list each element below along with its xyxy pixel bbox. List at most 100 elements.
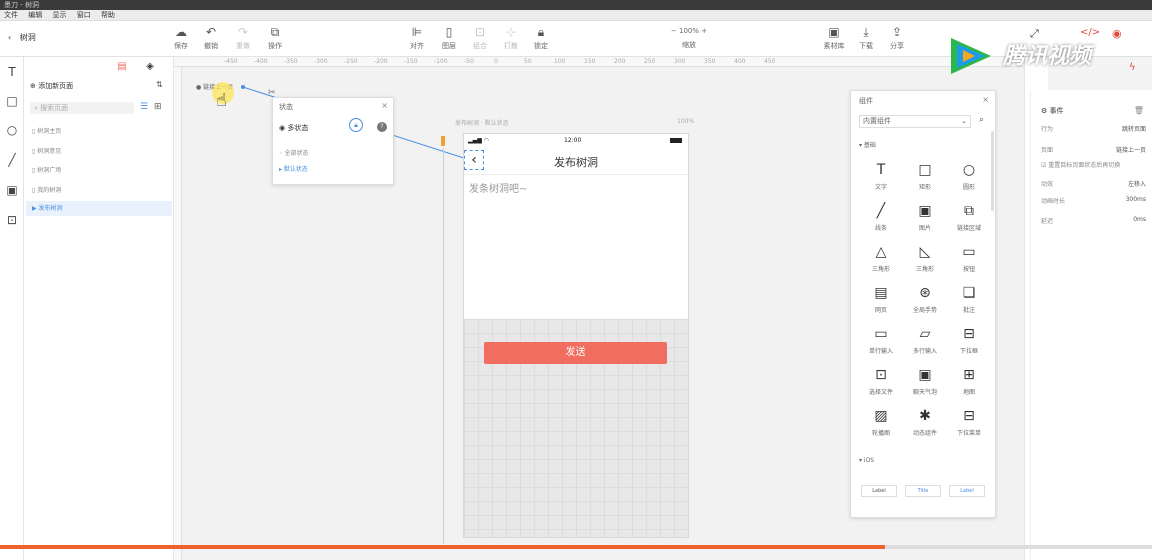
ios-component[interactable]: Title <box>905 485 941 497</box>
component-item[interactable]: □ 矩形 <box>905 161 945 191</box>
component-label: 链接区域 <box>956 225 981 232</box>
prop-label: 延迟 <box>1041 218 1054 225</box>
component-label: 三角形 <box>915 266 934 273</box>
component-icon: ❏ <box>962 285 976 301</box>
lock-state-icon[interactable]: 🔒︎ <box>349 118 363 132</box>
component-item[interactable]: ⊡ 选择文件 <box>861 366 901 396</box>
radio-icon: ◉ <box>279 124 286 132</box>
component-item[interactable]: ╱ 线条 <box>861 202 901 232</box>
video-watermark: 腾讯视频 <box>945 34 1125 84</box>
component-icon: ✱ <box>919 408 931 424</box>
battery-icon <box>670 138 682 143</box>
component-item[interactable]: ▱ 多行输入 <box>905 325 945 355</box>
chevron-down-icon: ⌄ <box>961 117 967 125</box>
phone-artboard[interactable]: ▂▄▆ ◠ 12:00 ‹ 发布树洞 发条树洞吧~ 发送 <box>463 133 689 538</box>
prop-action[interactable]: 行为 跳转页面 <box>1041 124 1146 133</box>
tencent-video-logo <box>951 38 991 74</box>
close-icon[interactable]: × <box>982 95 989 104</box>
component-icon: □ <box>918 162 932 178</box>
video-progress-track[interactable] <box>885 545 1152 549</box>
component-label: 文字 <box>874 184 887 191</box>
component-item[interactable]: ◺ 三角形 <box>905 243 945 273</box>
component-item[interactable]: T 文字 <box>861 161 901 191</box>
component-item[interactable]: ❏ 批注 <box>949 284 989 314</box>
component-label: 单行输入 <box>868 348 893 355</box>
prop-value: 跳转页面 <box>1121 126 1146 133</box>
prop-delay[interactable]: 延迟 0ms <box>1041 216 1146 225</box>
component-icon: ⊟ <box>963 326 975 342</box>
search-icon[interactable]: ⌕ <box>979 115 984 125</box>
prop-value: 链接上一页 <box>1115 147 1146 154</box>
back-chevron-icon[interactable]: ‹ <box>464 150 484 170</box>
prop-reset-state[interactable]: ☑ 重置目标页面状态后再切换 <box>1041 160 1146 169</box>
component-item[interactable]: ⊟ 下拉菜单 <box>949 407 989 437</box>
component-item[interactable]: ○ 圆形 <box>949 161 989 191</box>
component-label: 选择文件 <box>868 389 893 396</box>
multi-state-label: 多状态 <box>287 124 309 132</box>
component-item[interactable]: ▭ 单行输入 <box>861 325 901 355</box>
ios-component[interactable]: Label <box>949 485 985 497</box>
close-icon[interactable]: × <box>381 101 388 110</box>
artboard-marker <box>441 136 445 146</box>
event-header[interactable]: ⚙ 事件 <box>1041 106 1064 116</box>
component-icon: ⊟ <box>963 408 975 424</box>
prop-label: 动效 <box>1041 181 1054 188</box>
component-item[interactable]: ✱ 动态组件 <box>905 407 945 437</box>
ios-component[interactable]: Label <box>861 485 897 497</box>
properties-panel: ϟ ⚙ 事件 🗑︎ 行为 跳转页面 页面 链接上一页 ☑ 重置目标页面状态后再切换 … <box>1030 62 1152 560</box>
prop-page[interactable]: 页面 链接上一页 <box>1041 145 1146 154</box>
state-panel-title: 状态 <box>279 103 293 111</box>
component-icon: ⊛ <box>919 285 931 301</box>
component-item[interactable]: ⊛ 全局手势 <box>905 284 945 314</box>
component-label: 下拉框 <box>959 348 978 355</box>
default-state-item[interactable]: ▸ 默认状态 <box>275 163 393 177</box>
event-header-label: 事件 <box>1049 107 1064 115</box>
component-item[interactable]: ▨ 轮播图 <box>861 407 901 437</box>
prop-duration[interactable]: 动画时长 300ms <box>1041 196 1146 205</box>
component-item[interactable]: ▤ 网页 <box>861 284 901 314</box>
artboard-guide <box>443 148 444 544</box>
lightning-icon[interactable]: ϟ <box>1129 62 1136 73</box>
component-source-value: 内置组件 <box>863 117 891 125</box>
link-start-dot <box>241 85 245 89</box>
component-icon: ▨ <box>874 408 888 424</box>
help-icon[interactable]: ? <box>377 122 387 132</box>
video-progress-fill[interactable] <box>0 545 885 549</box>
component-icon: ▭ <box>874 326 888 342</box>
section-basic-label: 基础 <box>863 142 876 149</box>
link-dot-icon: ● <box>196 84 202 91</box>
prop-checkbox-label: 重置目标页面状态后再切换 <box>1048 162 1121 169</box>
components-title: 组件 <box>859 97 873 105</box>
component-item[interactable]: ▣ 聊天气泡 <box>905 366 945 396</box>
prop-animation[interactable]: 动效 左移入 <box>1041 179 1146 188</box>
section-ios[interactable]: ▾ iOS <box>859 457 874 464</box>
component-item[interactable]: ▭ 按钮 <box>949 243 989 273</box>
component-label: 地图 <box>962 389 975 396</box>
artboard-zoom: 100% <box>677 118 695 125</box>
multi-state-toggle[interactable]: ◉ 多状态 <box>279 123 308 133</box>
component-icon: ○ <box>962 162 976 178</box>
component-label: 图片 <box>918 225 931 232</box>
component-icon: ⧉ <box>964 203 974 219</box>
delete-icon[interactable]: 🗑︎ <box>1134 106 1144 115</box>
component-item[interactable]: ⊞ 地图 <box>949 366 989 396</box>
component-icon: ╱ <box>876 203 886 219</box>
watermark-text: 腾讯视频 <box>1003 44 1092 69</box>
section-basic[interactable]: ▾ 基础 <box>859 140 876 149</box>
component-item[interactable]: ⊟ 下拉框 <box>949 325 989 355</box>
component-item[interactable]: ▣ 图片 <box>905 202 945 232</box>
component-label: 动态组件 <box>912 430 937 437</box>
component-label: 按钮 <box>962 266 975 273</box>
component-label: 轮播图 <box>871 430 890 437</box>
post-input[interactable]: 发条树洞吧~ <box>469 180 527 195</box>
component-item[interactable]: △ 三角形 <box>861 243 901 273</box>
component-item[interactable]: ⧉ 链接区域 <box>949 202 989 232</box>
scrollbar[interactable] <box>991 131 994 211</box>
component-source-select[interactable]: 内置组件 ⌄ <box>859 115 971 128</box>
state-panel: 状态 × ◉ 多状态 🔒︎ ? ◦ 全部状态 ▸ 默认状态 <box>272 97 394 185</box>
component-label: 矩形 <box>918 184 931 191</box>
prop-label: 行为 <box>1041 126 1054 133</box>
all-states-item[interactable]: ◦ 全部状态 <box>279 148 308 157</box>
send-button[interactable]: 发送 <box>484 342 667 364</box>
prop-value: 0ms <box>1133 216 1146 223</box>
